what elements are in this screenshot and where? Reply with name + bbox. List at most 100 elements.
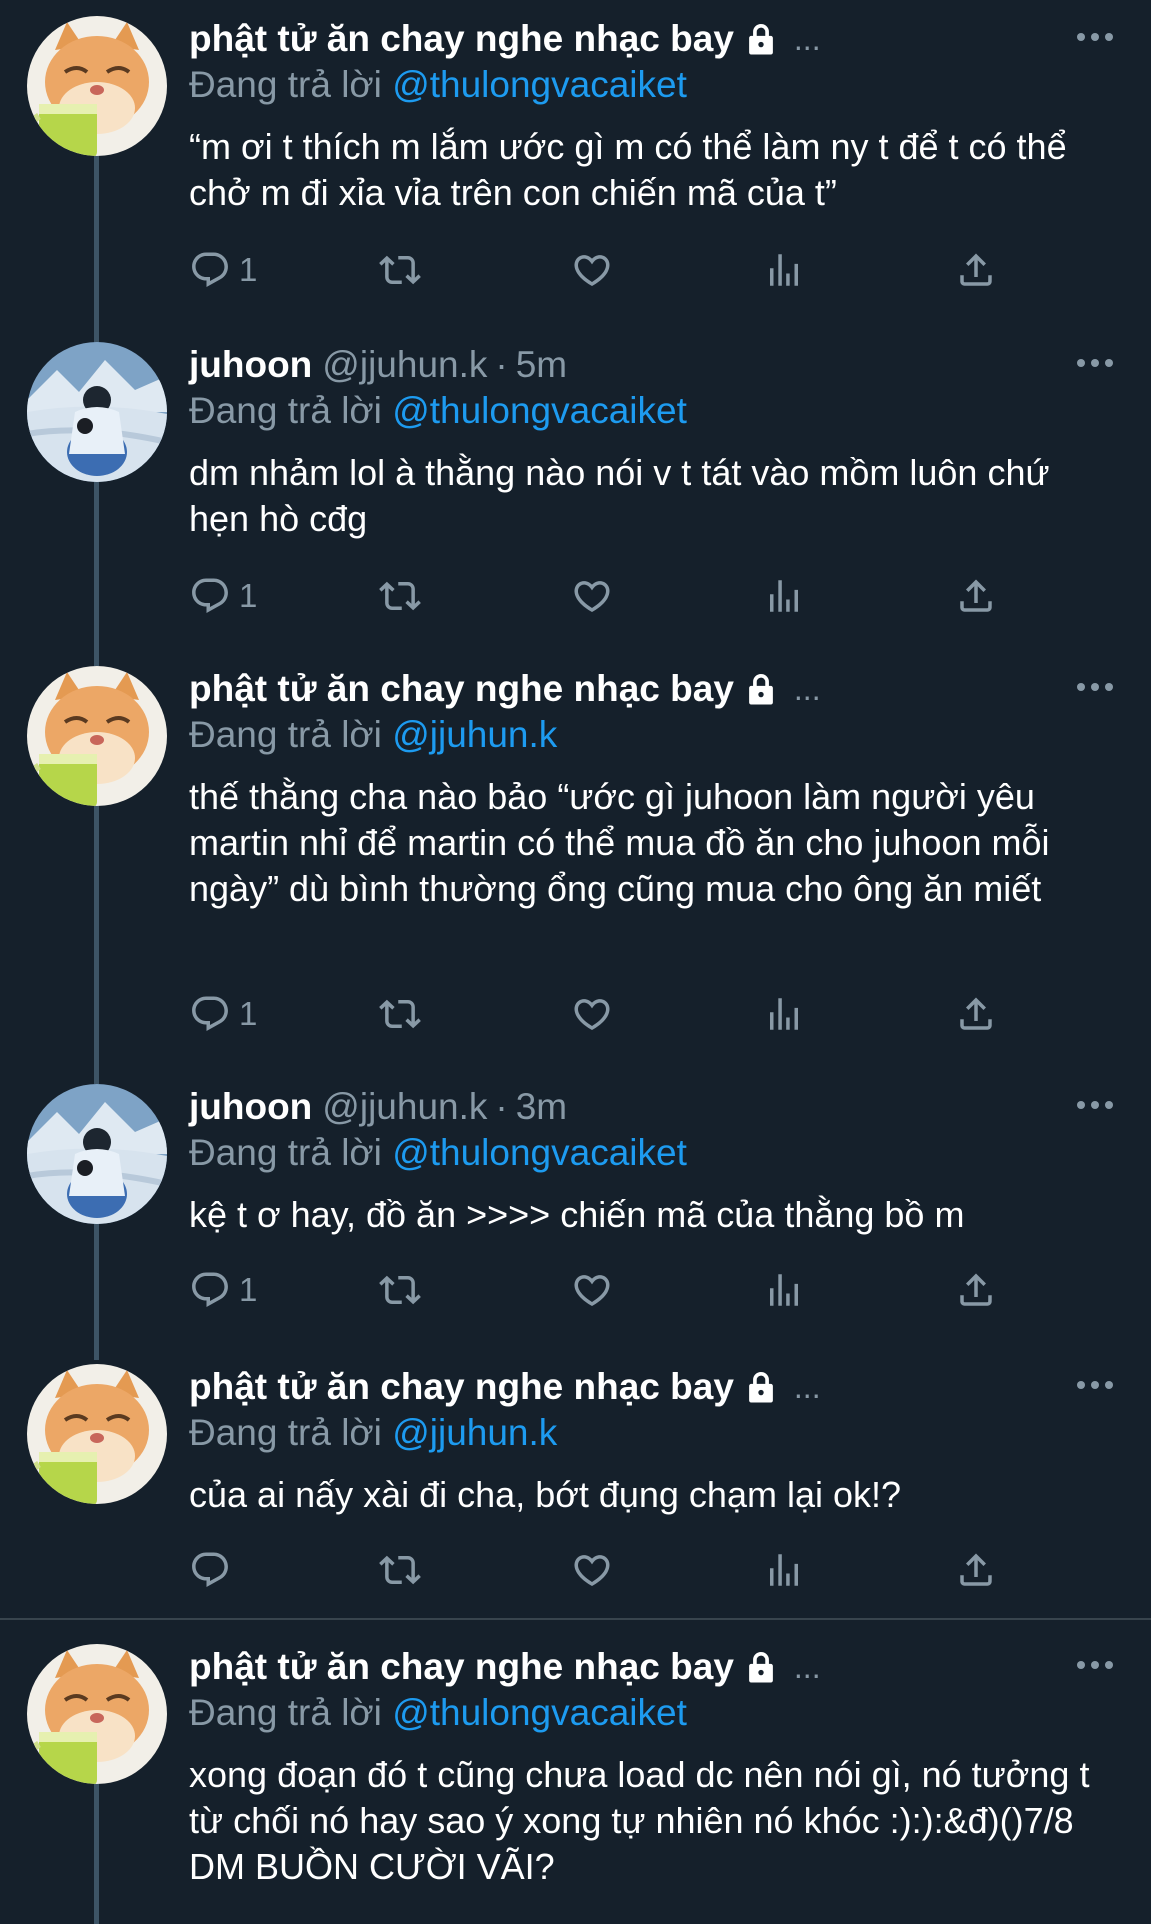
timestamp[interactable]: 3m <box>516 1084 567 1130</box>
display-name[interactable]: phật tử ăn chay nghe nhạc bay <box>189 1364 734 1410</box>
tweet-header: juhoon @jjuhun.k · 3m <box>189 1084 567 1130</box>
retweet-button[interactable] <box>379 1266 421 1314</box>
share-icon <box>955 249 997 291</box>
thread-line <box>94 1784 99 1924</box>
like-button[interactable] <box>571 1266 613 1314</box>
mention-link[interactable]: @thulongvacaiket <box>392 390 687 431</box>
views-icon <box>763 1269 805 1311</box>
replying-to: Đang trả lời @thulongvacaiket <box>189 1690 687 1736</box>
retweet-button[interactable] <box>379 990 421 1038</box>
share-button[interactable] <box>955 572 997 620</box>
tweet-header: phật tử ăn chay nghe nhạc bay ... <box>189 1364 821 1410</box>
display-name[interactable]: phật tử ăn chay nghe nhạc bay <box>189 666 734 712</box>
thread-line <box>94 482 99 666</box>
mention-link[interactable]: @jjuhun.k <box>392 714 557 755</box>
more-icon[interactable] <box>1075 1658 1115 1672</box>
share-icon <box>955 993 997 1035</box>
tweet-text: kệ t ơ hay, đồ ăn >>>> chiến mã của thằn… <box>189 1194 965 1235</box>
truncation-ellipsis: ... <box>793 21 821 57</box>
tweet-actions: 1 <box>189 990 1049 1038</box>
avatar[interactable] <box>27 666 167 806</box>
retweet-button[interactable] <box>379 246 421 294</box>
replying-to: Đang trả lời @thulongvacaiket <box>189 62 687 108</box>
mention-link[interactable]: @jjuhun.k <box>392 1412 557 1453</box>
views-icon <box>763 993 805 1035</box>
avatar[interactable] <box>27 1364 167 1504</box>
more-icon[interactable] <box>1075 1098 1115 1112</box>
mention-link[interactable]: @thulongvacaiket <box>392 1132 687 1173</box>
avatar[interactable] <box>27 1644 167 1784</box>
reply-button[interactable]: 1 <box>189 1266 257 1314</box>
avatar[interactable] <box>27 342 167 482</box>
conversation-thread: phật tử ăn chay nghe nhạc bay ... Đang t… <box>0 0 1151 1924</box>
tweet-text: của ai nấy xài đi cha, bớt đụng chạm lại… <box>189 1474 902 1515</box>
heart-icon <box>571 1549 613 1591</box>
retweet-icon <box>379 1269 421 1311</box>
replying-to: Đang trả lời @thulongvacaiket <box>189 388 687 434</box>
reply-count: 1 <box>239 995 258 1032</box>
retweet-button[interactable] <box>379 1546 421 1594</box>
share-button[interactable] <box>955 1266 997 1314</box>
display-name[interactable]: phật tử ăn chay nghe nhạc bay <box>189 1644 734 1690</box>
reply-button[interactable]: 1 <box>189 246 257 294</box>
share-button[interactable] <box>955 246 997 294</box>
user-handle[interactable]: @jjuhun.k <box>322 342 487 388</box>
views-button[interactable] <box>763 1266 805 1314</box>
timestamp[interactable]: 5m <box>516 342 567 388</box>
reply-icon <box>189 1269 231 1311</box>
tweet-text: dm nhảm lol à thằng nào nói v t tát vào … <box>189 452 1050 539</box>
tweet-text: “m ơi t thích m lắm ước gì m có thể làm … <box>189 126 1067 213</box>
replying-to-label: Đang trả lời <box>189 1412 393 1453</box>
more-icon[interactable] <box>1075 1378 1115 1392</box>
like-button[interactable] <box>571 572 613 620</box>
views-button[interactable] <box>763 990 805 1038</box>
views-button[interactable] <box>763 246 805 294</box>
more-icon[interactable] <box>1075 680 1115 694</box>
share-button[interactable] <box>955 1546 997 1594</box>
views-icon <box>763 1549 805 1591</box>
lock-icon <box>742 1368 780 1406</box>
mention-link[interactable]: @thulongvacaiket <box>392 64 687 105</box>
share-icon <box>955 575 997 617</box>
tweet-actions: 1 <box>189 246 1049 294</box>
thread-line <box>94 806 99 1084</box>
reply-icon <box>189 1549 231 1591</box>
heart-icon <box>571 249 613 291</box>
reply-button[interactable]: 1 <box>189 990 257 1038</box>
tweet-header: phật tử ăn chay nghe nhạc bay ... <box>189 1644 821 1690</box>
lock-icon <box>742 670 780 708</box>
reply-icon <box>189 575 231 617</box>
display-name[interactable]: juhoon <box>189 342 312 388</box>
lock-icon <box>742 1648 780 1686</box>
avatar[interactable] <box>27 1084 167 1224</box>
reply-count: 1 <box>239 577 258 614</box>
replying-to: Đang trả lời @jjuhun.k <box>189 712 557 758</box>
like-button[interactable] <box>571 1546 613 1594</box>
tweet-actions: 1 <box>189 1266 1049 1314</box>
avatar[interactable] <box>27 16 167 156</box>
truncation-ellipsis: ... <box>793 1369 821 1405</box>
more-icon[interactable] <box>1075 356 1115 370</box>
reply-button[interactable] <box>189 1546 239 1594</box>
retweet-button[interactable] <box>379 572 421 620</box>
like-button[interactable] <box>571 246 613 294</box>
display-name[interactable]: phật tử ăn chay nghe nhạc bay <box>189 16 734 62</box>
reply-icon <box>189 249 231 291</box>
share-button[interactable] <box>955 990 997 1038</box>
like-button[interactable] <box>571 990 613 1038</box>
thread-line <box>94 156 99 356</box>
reply-button[interactable]: 1 <box>189 572 257 620</box>
separator-dot: · <box>495 344 508 385</box>
mention-link[interactable]: @thulongvacaiket <box>392 1692 687 1733</box>
replying-to-label: Đang trả lời <box>189 1132 393 1173</box>
user-handle[interactable]: @jjuhun.k <box>322 1084 487 1130</box>
replying-to-label: Đang trả lời <box>189 714 393 755</box>
share-icon <box>955 1549 997 1591</box>
more-icon[interactable] <box>1075 30 1115 44</box>
display-name[interactable]: juhoon <box>189 1084 312 1130</box>
truncation-ellipsis: ... <box>793 671 821 707</box>
views-button[interactable] <box>763 1546 805 1594</box>
lock-icon <box>742 20 780 58</box>
retweet-icon <box>379 575 421 617</box>
views-button[interactable] <box>763 572 805 620</box>
